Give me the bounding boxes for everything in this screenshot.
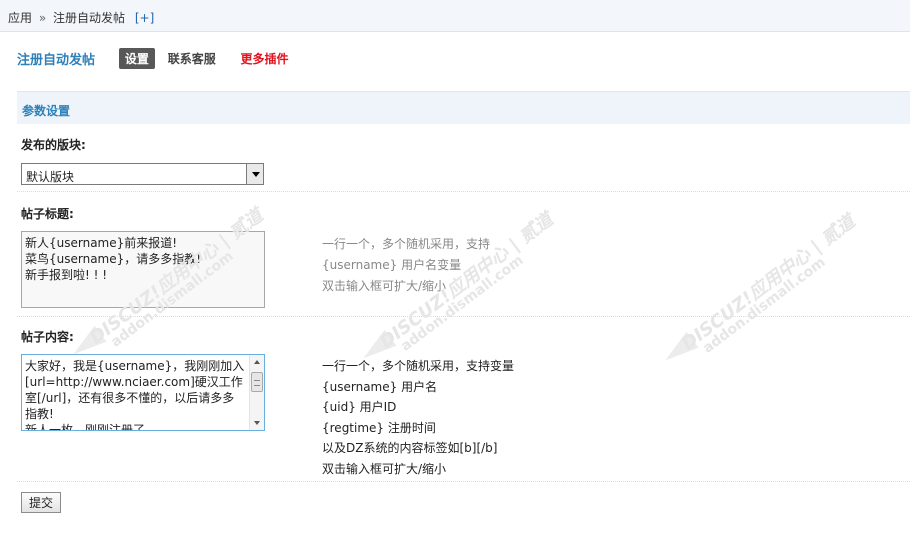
post-content-textarea[interactable]: 大家好，我是{username}，我刚刚加入[url=http://www.nc… — [21, 354, 265, 431]
add-shortcut-link[interactable]: [+] — [135, 11, 154, 25]
watermark: DISCUZ!应用中心 | 贰道 addon.dismall.com — [676, 208, 867, 365]
forum-label: 发布的版块: — [21, 138, 86, 152]
divider — [17, 316, 910, 317]
watermark-arrow-icon — [659, 331, 699, 369]
divider — [17, 191, 910, 192]
tip-text: {uid} 用户ID — [322, 400, 397, 414]
tip-text: 一行一个，多个随机采用，支持变量 — [322, 359, 515, 373]
submit-button[interactable]: 提交 — [21, 492, 61, 513]
plugin-title: 注册自动发帖 — [17, 53, 96, 68]
scroll-up-arrow-icon[interactable] — [250, 356, 264, 368]
post-content-tips: 一行一个，多个随机采用，支持变量 {username} 用户名 {uid} 用户… — [322, 356, 514, 479]
divider — [17, 481, 910, 482]
post-content-text: 新人一枚，刚刚注册了 — [25, 423, 146, 431]
scroll-thumb[interactable] — [251, 372, 263, 392]
tip-text: 双击输入框可扩大/缩小 — [322, 461, 447, 476]
tip-text: {regtime} 注册时间 — [322, 420, 436, 435]
breadcrumb: 应用 » 注册自动发帖 [+] — [0, 0, 910, 32]
watermark-brand: DISCUZ!应用中心 | 贰道 — [677, 211, 859, 355]
tip-text: {username} 用户名 — [322, 379, 438, 394]
breadcrumb-current: 注册自动发帖 — [53, 11, 126, 25]
tab-contact-support[interactable]: 联系客服 — [168, 50, 216, 67]
post-title-line: 新人{username}前来报道! — [25, 236, 178, 250]
post-title-label: 帖子标题: — [21, 207, 74, 221]
forum-select-value: 默认版块 — [26, 170, 75, 184]
textarea-scrollbar[interactable] — [249, 355, 264, 430]
dropdown-arrow-icon[interactable] — [246, 164, 263, 184]
post-content-label: 帖子内容: — [21, 330, 74, 344]
breadcrumb-app-link[interactable]: 应用 — [8, 11, 32, 25]
post-title-line: 新手报到啦! ! ! — [25, 268, 108, 282]
post-content-text: 大家好，我是{username}，我刚刚加入[url=http://www.nc… — [25, 359, 245, 421]
breadcrumb-separator: » — [38, 11, 47, 25]
scroll-down-arrow-icon[interactable] — [250, 417, 264, 429]
section-header: 参数设置 — [17, 91, 910, 124]
plugin-settings-page: 应用 » 注册自动发帖 [+] 注册自动发帖 设置 联系客服 更多插件 参数设置… — [0, 0, 910, 546]
tab-more-plugins[interactable]: 更多插件 — [241, 50, 289, 67]
post-title-textarea[interactable]: 新人{username}前来报道! 菜鸟{username}，请多多指教! 新手… — [21, 231, 265, 308]
forum-select[interactable]: 默认版块 — [21, 163, 264, 185]
post-title-line: 菜鸟{username}，请多多指教! — [25, 252, 202, 266]
watermark-domain: addon.dismall.com — [699, 254, 829, 357]
tip-text: 一行一个，多个随机采用，支持 — [322, 237, 491, 251]
plugin-title-bar: 注册自动发帖 设置 联系客服 更多插件 — [17, 48, 289, 70]
tip-text: 以及DZ系统的内容标签如[b][/b] — [322, 441, 498, 455]
tip-text: 双击输入框可扩大/缩小 — [322, 279, 447, 293]
tip-text: {username} 用户名变量 — [322, 258, 462, 272]
tab-settings[interactable]: 设置 — [118, 48, 155, 69]
post-title-tips: 一行一个，多个随机采用，支持 {username} 用户名变量 双击输入框可扩大… — [322, 235, 490, 296]
